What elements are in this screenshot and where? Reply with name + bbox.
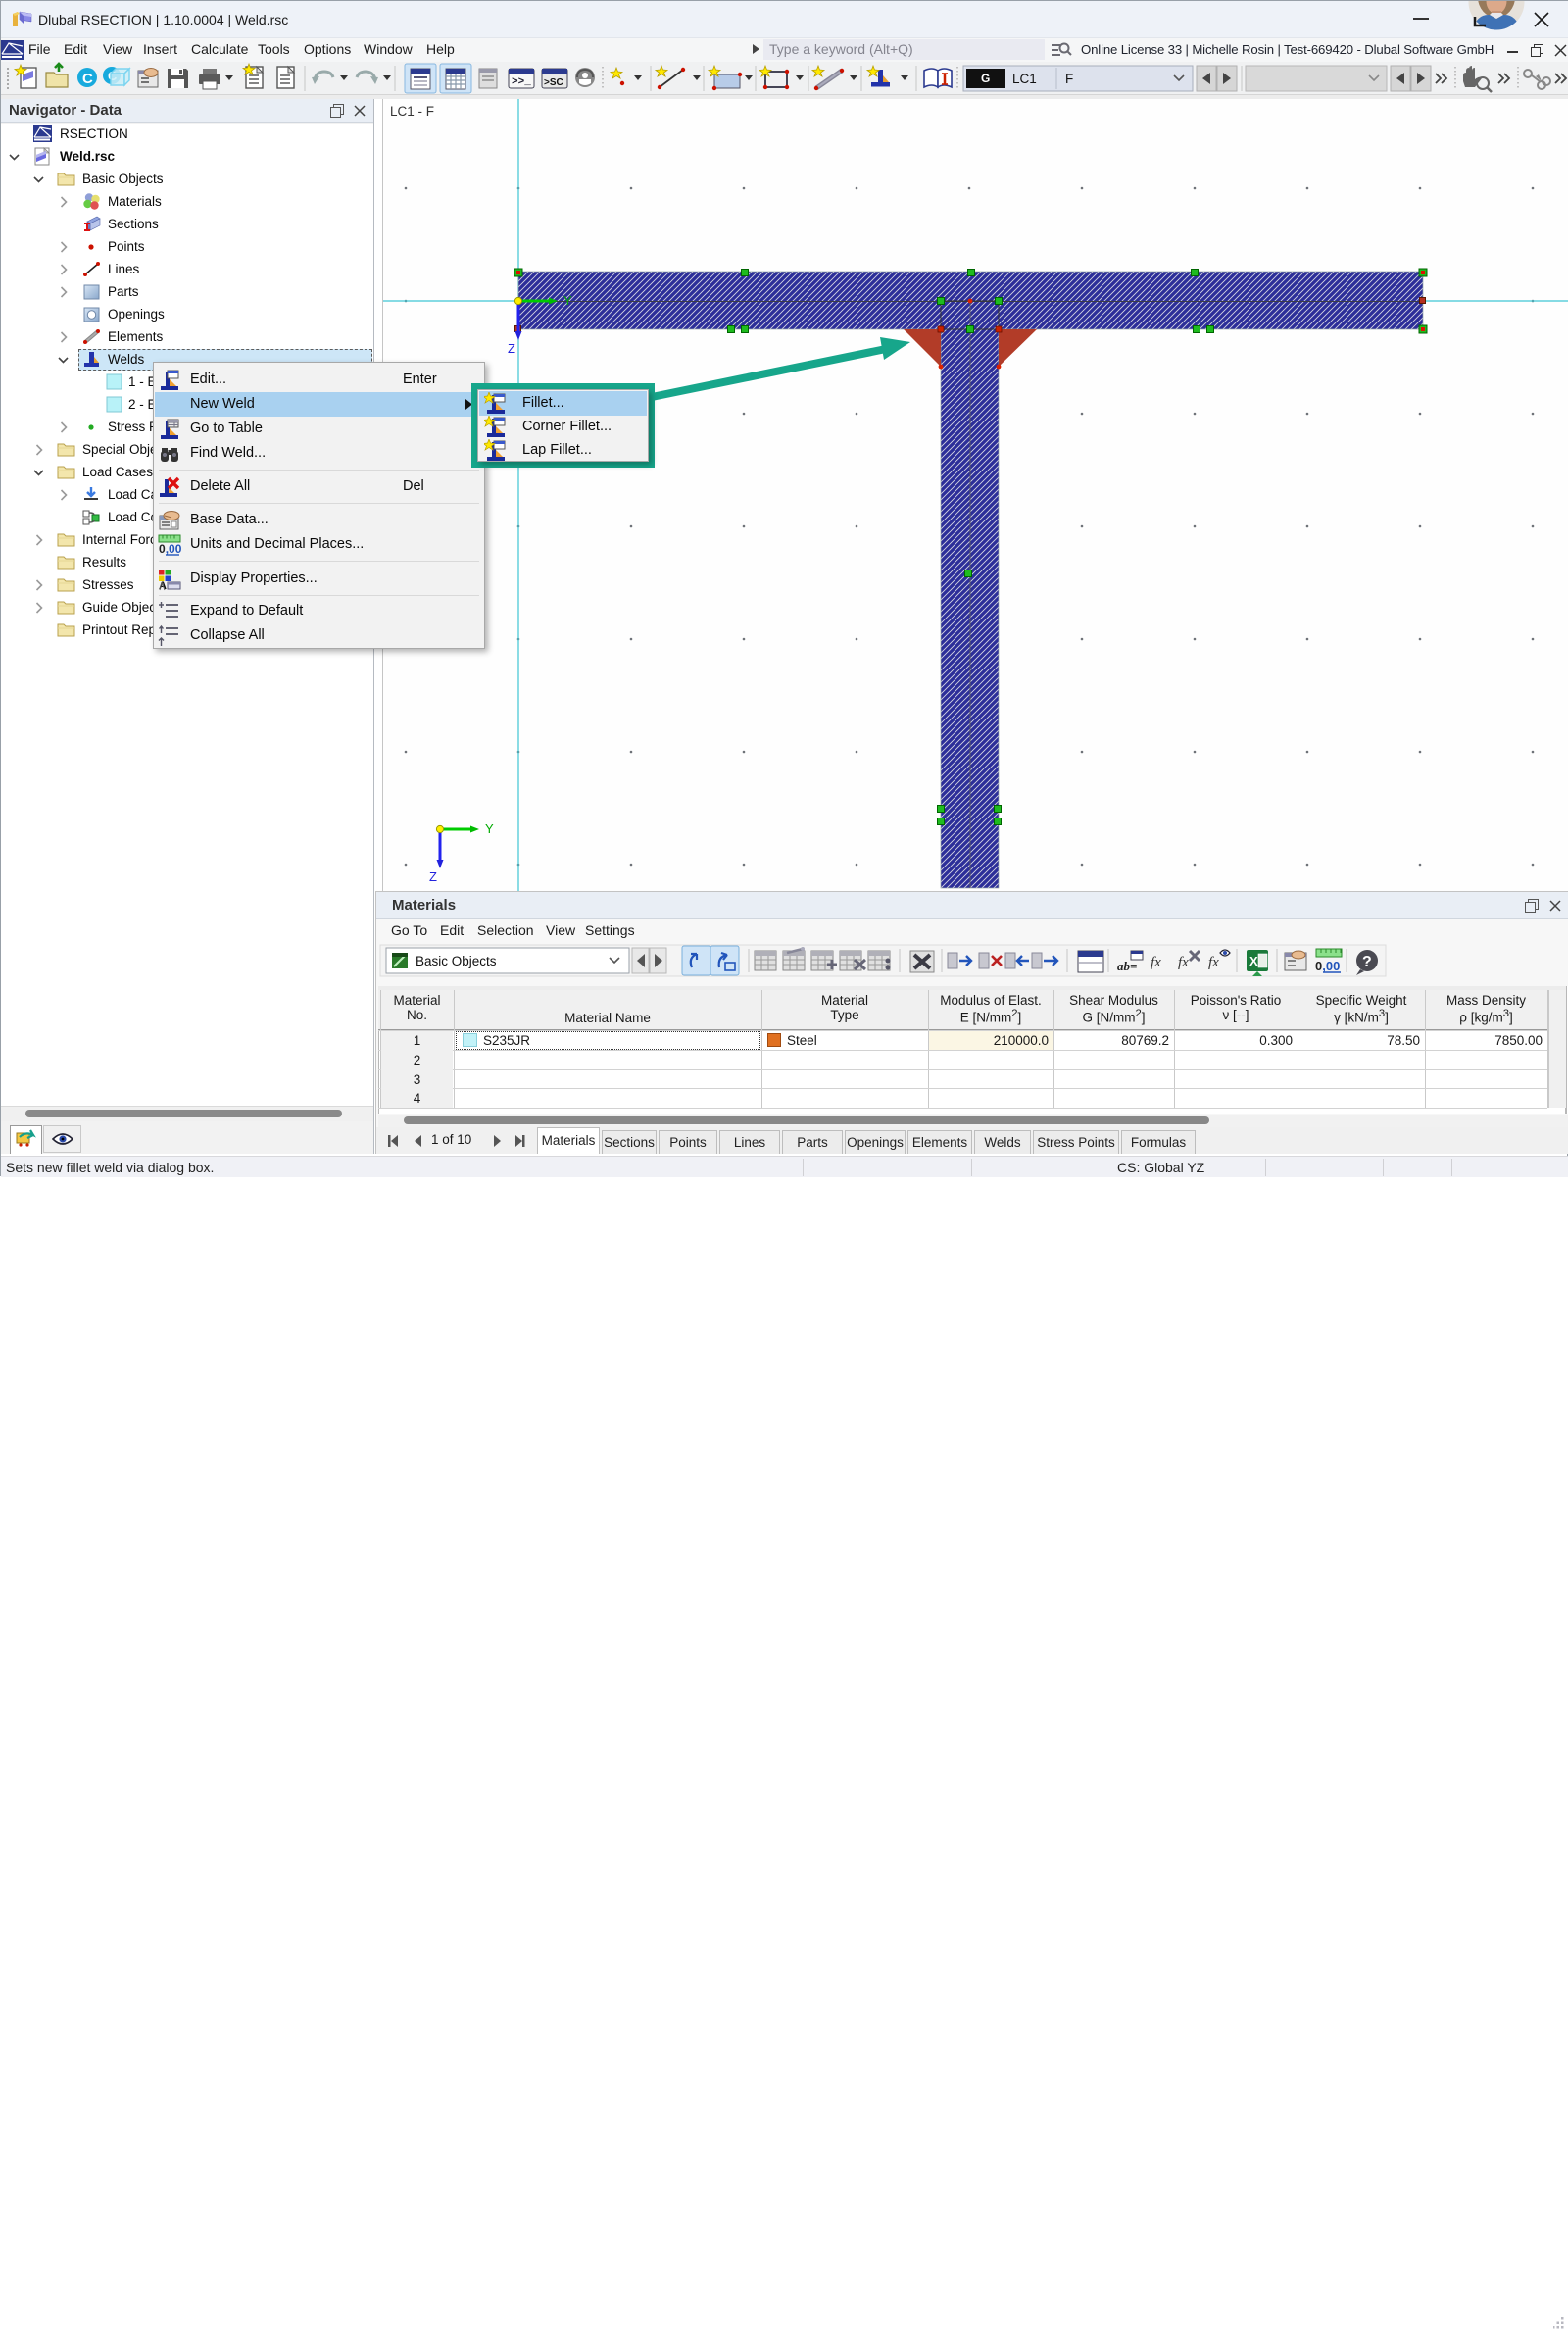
- svg-text:LC1: LC1: [1012, 72, 1037, 86]
- svg-text:0,00: 0,00: [159, 542, 181, 556]
- svg-text:?: ?: [1362, 954, 1372, 970]
- svg-text:LC1 - F: LC1 - F: [390, 104, 434, 119]
- svg-text:>>_: >>_: [512, 76, 531, 88]
- svg-text:fx: fx: [1208, 955, 1219, 970]
- svg-text:0,00: 0,00: [1315, 959, 1340, 973]
- svg-text:Basic Objects: Basic Objects: [416, 954, 497, 968]
- svg-text:Y: Y: [485, 821, 494, 836]
- svg-text:Y: Y: [564, 293, 572, 308]
- svg-text:ab=: ab=: [1117, 959, 1137, 973]
- svg-text:X: X: [1250, 954, 1258, 968]
- svg-text:Z: Z: [508, 341, 515, 356]
- svg-text:fx: fx: [1151, 955, 1161, 970]
- svg-text:fx: fx: [1178, 955, 1189, 970]
- svg-text:C: C: [82, 71, 93, 87]
- svg-text:>SC: >SC: [544, 77, 564, 88]
- svg-text:Z: Z: [429, 869, 437, 884]
- svg-text:G: G: [981, 72, 990, 85]
- svg-text:F: F: [1065, 72, 1073, 86]
